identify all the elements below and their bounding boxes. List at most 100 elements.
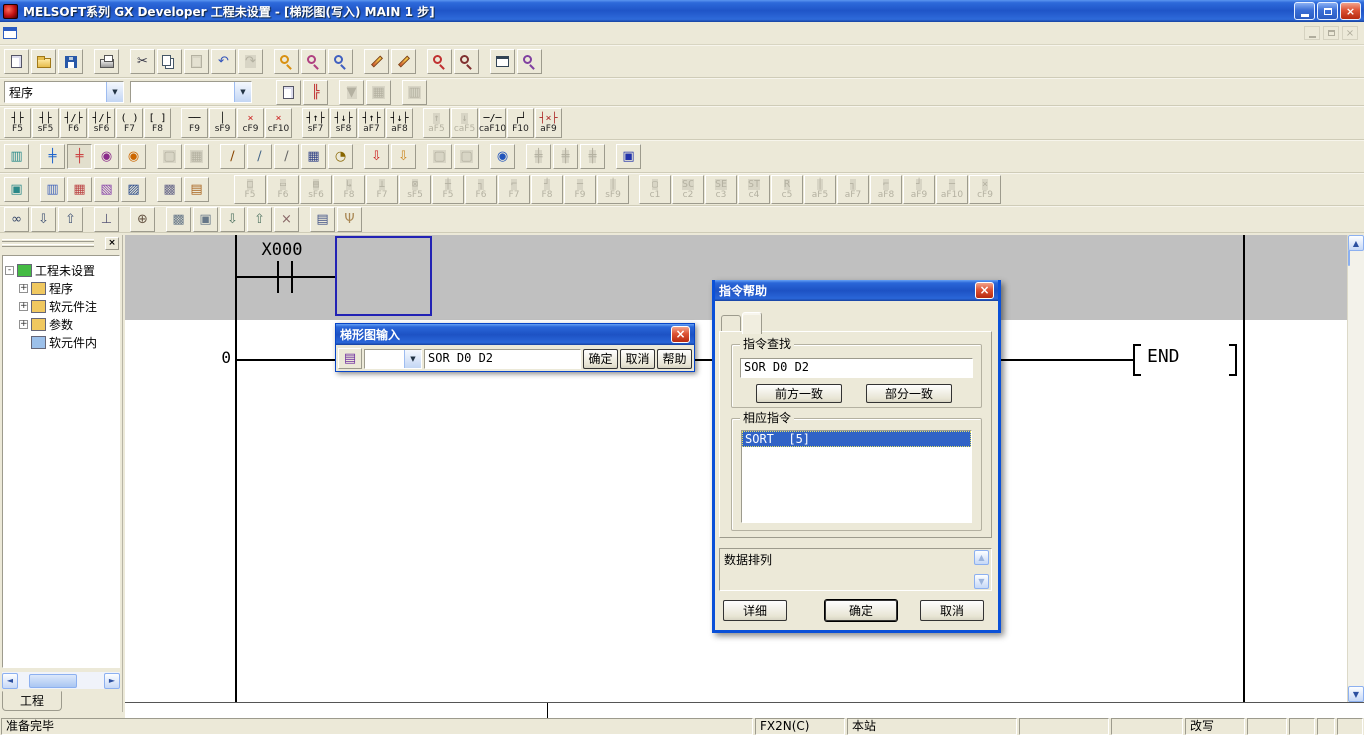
program-hide-button[interactable]: ▦: [184, 144, 209, 169]
sfc-vertical-line-button[interactable]: │ sF9: [597, 175, 629, 204]
device-test-2-button[interactable]: ╪: [553, 144, 578, 169]
symbol-combo[interactable]: ▼: [364, 349, 422, 369]
closed-branch-button[interactable]: ┤/├ sF6: [88, 108, 115, 138]
mdi-minimize-button[interactable]: [1304, 26, 1320, 40]
sfc-block-list-button[interactable]: ▨: [121, 177, 146, 202]
monitor-mode-button[interactable]: ◉: [94, 144, 119, 169]
sfc-step-jump-button[interactable]: ▧: [94, 177, 119, 202]
invert-result-button[interactable]: ─/─ caF10: [479, 108, 506, 138]
tree-root-project[interactable]: - 工程未设置: [3, 261, 119, 279]
find-instruction-button[interactable]: [301, 49, 326, 74]
sfc-simultaneous-convergence-button[interactable]: ─ F9: [564, 175, 596, 204]
rising-pulse-op-button[interactable]: ↑ aF5: [423, 108, 450, 138]
minimize-button[interactable]: [1294, 2, 1315, 20]
delete-row-button[interactable]: ⇧: [247, 207, 272, 232]
sfc-simultaneous-divergence-button[interactable]: ⌐ F7: [498, 175, 530, 204]
project-tab[interactable]: 工程: [2, 691, 62, 711]
sfc-selection-divergence-button[interactable]: ┐ F6: [465, 175, 497, 204]
delete-line-button[interactable]: ┤×├ aF9: [535, 108, 562, 138]
sfc-transition-button[interactable]: ┼ F5: [432, 175, 464, 204]
close-button[interactable]: ×: [1340, 2, 1361, 20]
note-display-button[interactable]: ∕: [274, 144, 299, 169]
sfc-no-attribute-button[interactable]: ▢ c1: [639, 175, 671, 204]
zoom-out-button[interactable]: [454, 49, 479, 74]
sfc-sort-button[interactable]: ▩: [157, 177, 182, 202]
closed-contact-button[interactable]: ┤/├ F6: [60, 108, 87, 138]
new-project-button[interactable]: [4, 49, 29, 74]
sfc-convergence-draw-button[interactable]: ┘ aF9: [903, 175, 935, 204]
tree-expander-icon[interactable]: +: [19, 284, 28, 293]
scroll-left-icon[interactable]: ◄: [2, 673, 18, 689]
pc-write-button[interactable]: ⇩: [364, 144, 389, 169]
delete-horizontal-line-button[interactable]: × cF9: [237, 108, 264, 138]
find-previous-button[interactable]: ⇧: [58, 207, 83, 232]
copy-button[interactable]: [157, 49, 182, 74]
chevron-down-icon[interactable]: ▼: [404, 350, 421, 368]
rising-pulse-button[interactable]: ┤↑├ sF7: [302, 108, 329, 138]
coil-button[interactable]: ( ) F7: [116, 108, 143, 138]
scroll-down-icon[interactable]: ▼: [1348, 686, 1364, 702]
panel-close-button[interactable]: ×: [105, 237, 119, 250]
data-type-combo[interactable]: 程序 ▼: [4, 81, 124, 103]
insert-row-button[interactable]: ⇩: [220, 207, 245, 232]
program-check-button[interactable]: ▼: [339, 80, 364, 105]
instruction-input[interactable]: SOR D0 D2: [424, 349, 581, 369]
scroll-thumb[interactable]: [29, 674, 77, 688]
sfc-initial-step-button[interactable]: ▭ F6: [267, 175, 299, 204]
multi-screen-button[interactable]: ▣: [193, 207, 218, 232]
sfc-line-delete-button[interactable]: × cF9: [969, 175, 1001, 204]
ok-button[interactable]: 确定: [583, 349, 618, 369]
find-button[interactable]: ∞: [4, 207, 29, 232]
tree-item-program[interactable]: + 程序: [3, 279, 119, 297]
sfc-line-draw-button[interactable]: ─ aF10: [936, 175, 968, 204]
tree-item-parameter[interactable]: + 参数: [3, 315, 119, 333]
tree-expander-icon[interactable]: +: [19, 320, 28, 329]
program-display-button[interactable]: ▢: [157, 144, 182, 169]
application-instruction-button[interactable]: [ ] F8: [144, 108, 171, 138]
program-batch-button[interactable]: ▦: [366, 80, 391, 105]
cancel-button[interactable]: 取消: [920, 600, 984, 621]
delete-vertical-line-button[interactable]: × cF10: [265, 108, 292, 138]
menu-online[interactable]: [103, 31, 119, 35]
monitor-write-mode-button[interactable]: ◉: [121, 144, 146, 169]
falling-pulse-button[interactable]: ┤↓├ sF8: [330, 108, 357, 138]
mdi-child-icon[interactable]: [3, 27, 17, 39]
restore-button[interactable]: [1317, 2, 1338, 20]
print-image-button[interactable]: ▤: [310, 207, 335, 232]
save-project-button[interactable]: [58, 49, 83, 74]
symbol-select-button[interactable]: ▤: [338, 348, 362, 369]
find-next-button[interactable]: ⇩: [31, 207, 56, 232]
sfc-sc-attribute-button[interactable]: SC c2: [672, 175, 704, 204]
draw-line-button[interactable]: ┌┘ F10: [507, 108, 534, 138]
scroll-down-icon[interactable]: ▼: [974, 574, 989, 589]
tree-item-device-comment[interactable]: + 软元件注: [3, 297, 119, 315]
menu-diagnostics[interactable]: [119, 31, 135, 35]
front-match-button[interactable]: 前方一致: [756, 384, 842, 403]
tab-instruction-find[interactable]: [742, 312, 762, 334]
horizontal-line-button[interactable]: ── F9: [181, 108, 208, 138]
device-monitor-button[interactable]: ◔: [328, 144, 353, 169]
sfc-step-write-button[interactable]: ▣: [4, 177, 29, 202]
help-hand-button[interactable]: Ψ: [337, 207, 362, 232]
line-jump-button[interactable]: ⊥: [94, 207, 119, 232]
device-comment-button[interactable]: [364, 49, 389, 74]
falling-pulse-op-button[interactable]: ↓ caF5: [451, 108, 478, 138]
find-string-button[interactable]: [328, 49, 353, 74]
statement-button[interactable]: [391, 49, 416, 74]
help-button[interactable]: 帮助: [657, 349, 692, 369]
sfc-error-step-button[interactable]: ▦: [67, 177, 92, 202]
ladder-cursor-cell[interactable]: [335, 236, 432, 316]
project-data-list-button[interactable]: [276, 80, 301, 105]
monitor-start-button[interactable]: ◉: [490, 144, 515, 169]
chevron-down-icon[interactable]: ▼: [106, 82, 123, 102]
panel-grip[interactable]: [2, 239, 94, 242]
close-icon[interactable]: ×: [975, 282, 994, 299]
sfc-jump-button[interactable]: ↳ F8: [333, 175, 365, 204]
panel-grip[interactable]: [2, 244, 94, 247]
sfc-se-attribute-button[interactable]: SE c3: [705, 175, 737, 204]
redo-button[interactable]: ↷: [238, 49, 263, 74]
sfc-vertical-line-draw-button[interactable]: │ aF5: [804, 175, 836, 204]
find-contact-coil-button[interactable]: ⊕: [130, 207, 155, 232]
cut-button[interactable]: ✂: [130, 49, 155, 74]
ok-button[interactable]: 确定: [825, 600, 897, 621]
